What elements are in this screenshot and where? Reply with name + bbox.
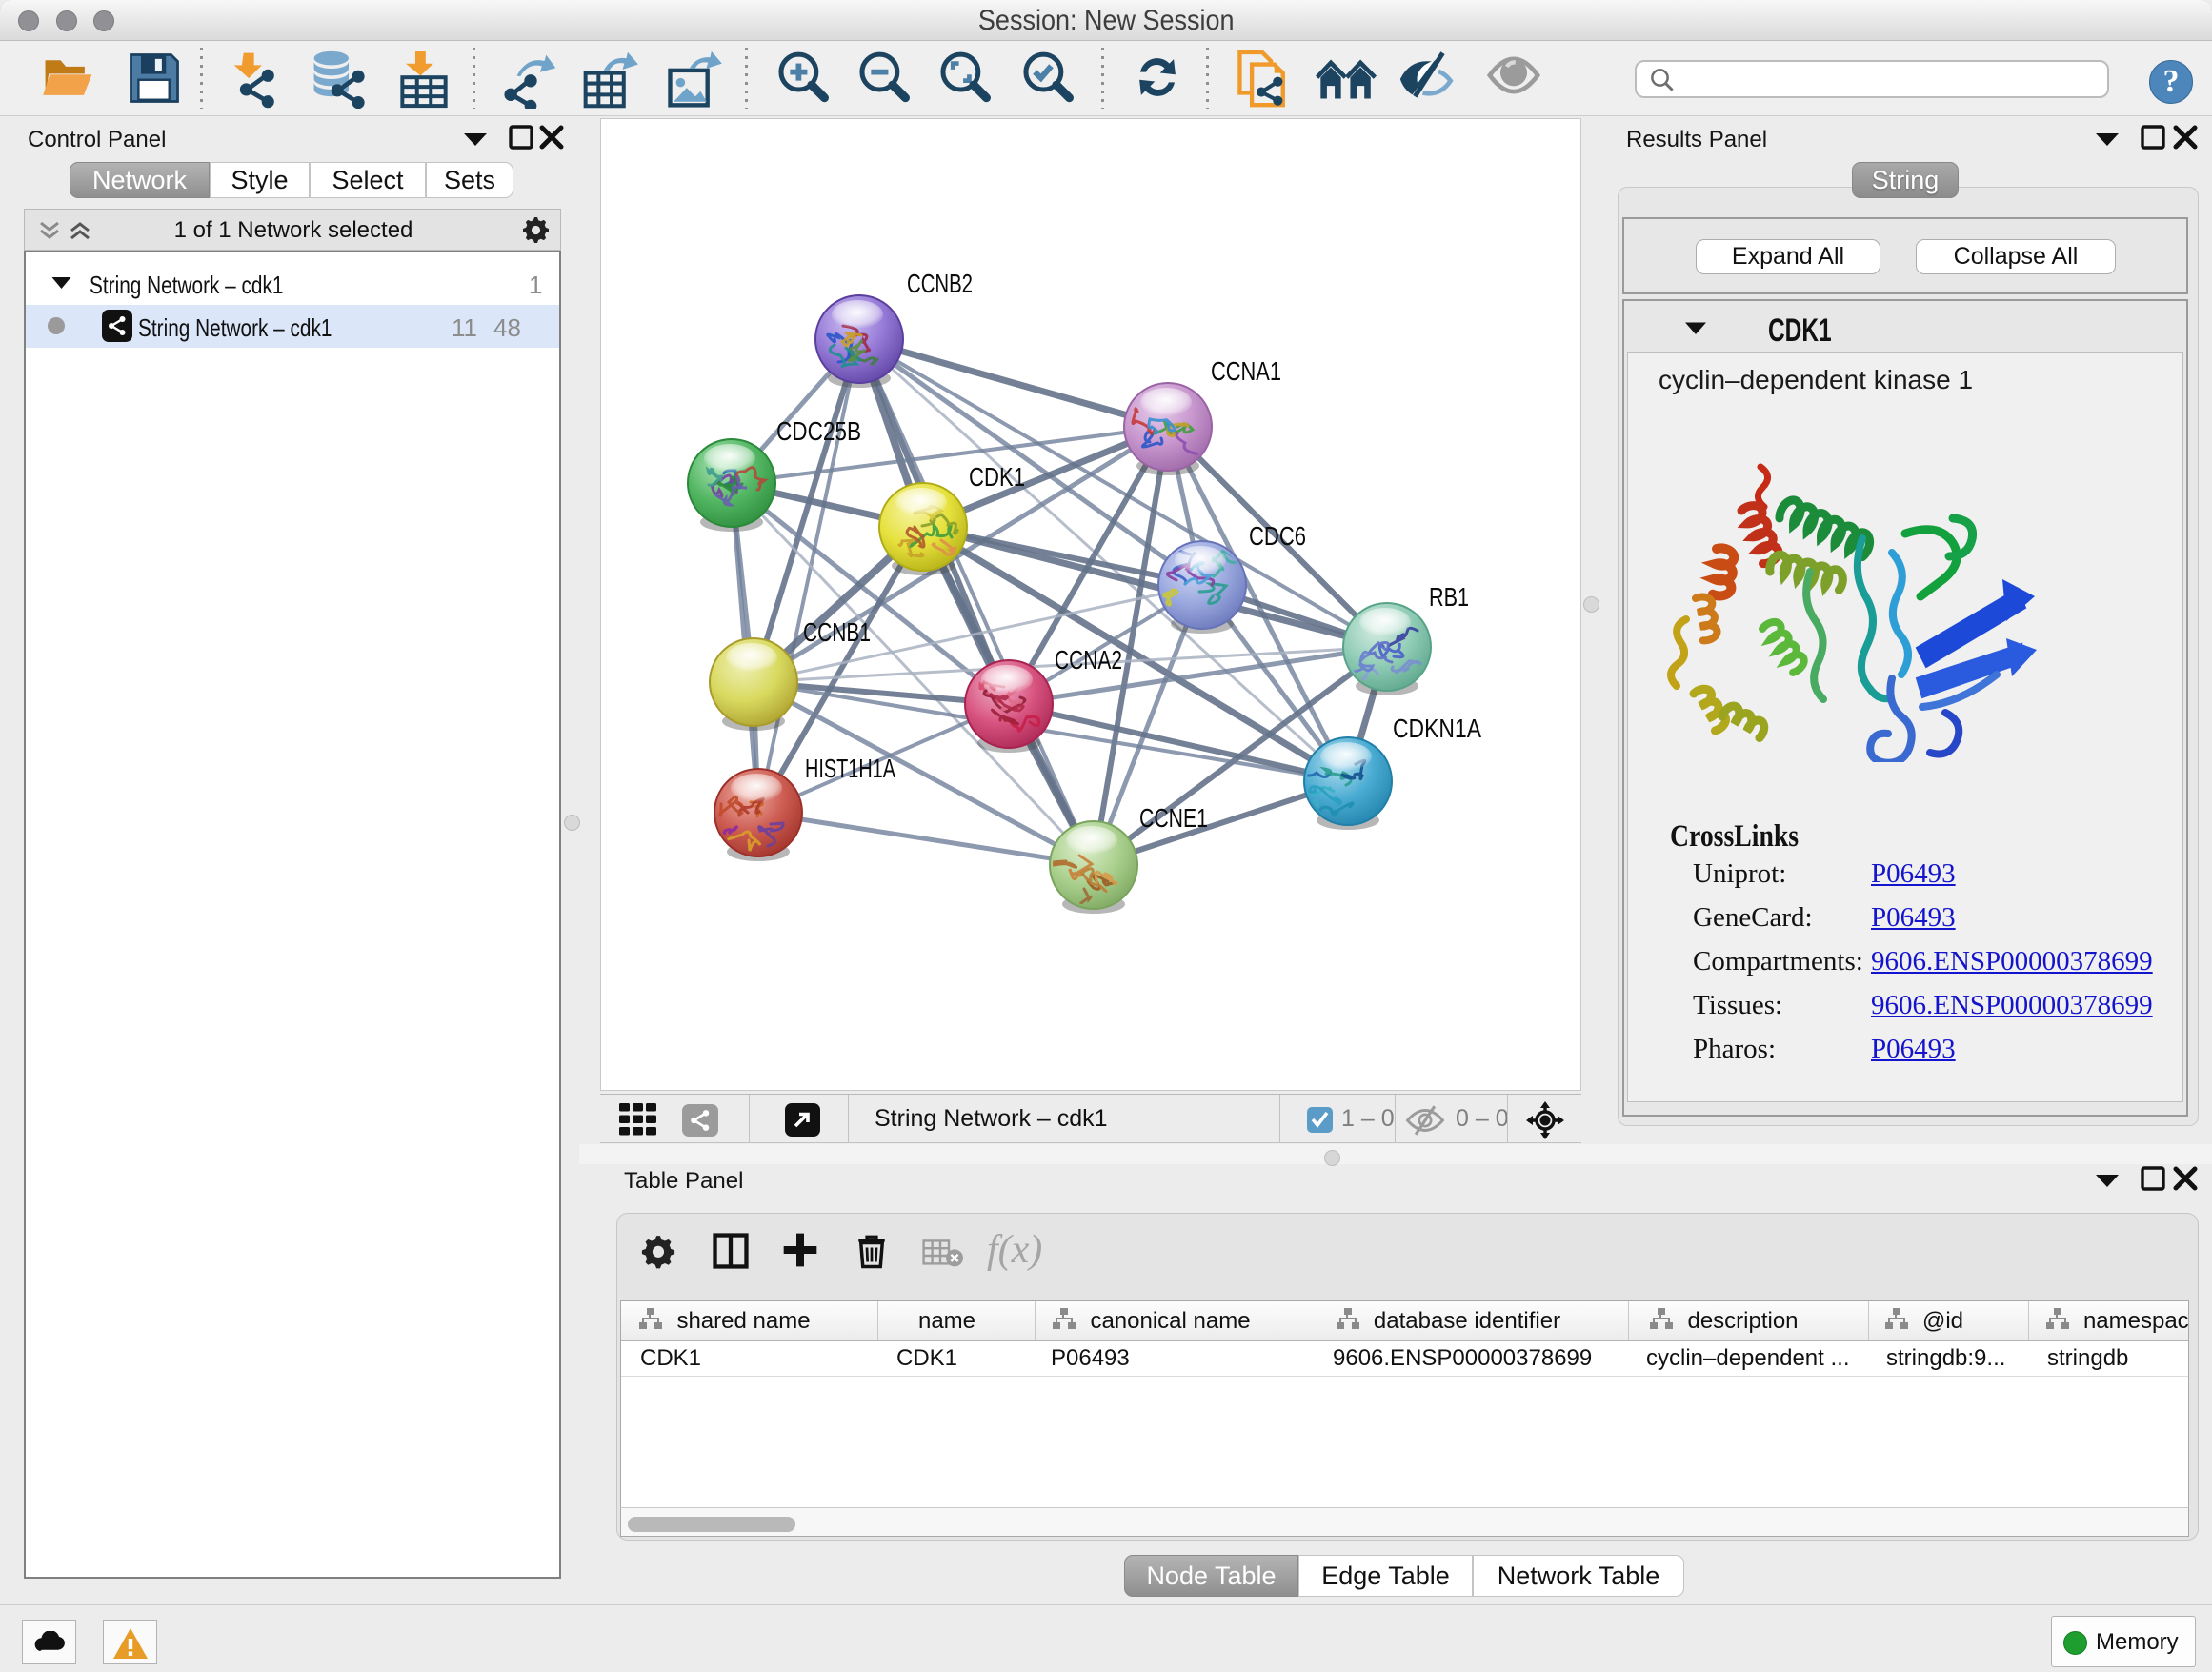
svg-text:HIST1H1A: HIST1H1A xyxy=(805,754,895,783)
svg-text:CCNB1: CCNB1 xyxy=(803,617,871,647)
svg-text:CCNB2: CCNB2 xyxy=(907,269,973,298)
svg-text:CDKN1A: CDKN1A xyxy=(1393,714,1481,743)
svg-text:CCNA2: CCNA2 xyxy=(1055,645,1122,675)
svg-text:CDC25B: CDC25B xyxy=(776,416,861,446)
svg-text:CCNA1: CCNA1 xyxy=(1211,356,1281,386)
svg-text:CDK1: CDK1 xyxy=(969,462,1025,492)
svg-text:CCNE1: CCNE1 xyxy=(1139,803,1208,833)
svg-text:CDC6: CDC6 xyxy=(1249,521,1306,551)
svg-text:RB1: RB1 xyxy=(1429,582,1469,612)
